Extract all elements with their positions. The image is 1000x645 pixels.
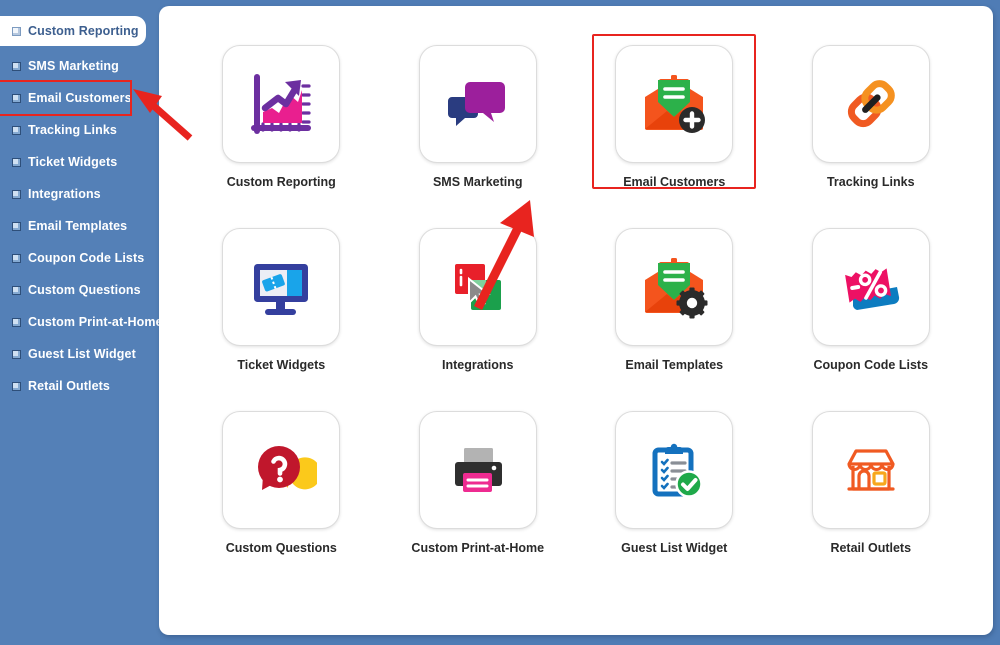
- square-bullet-icon: [12, 317, 21, 327]
- tile-ticket-widgets[interactable]: Ticket Widgets: [183, 217, 380, 372]
- sidebar-item-label: Ticket Widgets: [28, 155, 118, 169]
- tile-custom-print-at-home[interactable]: Custom Print-at-Home: [380, 400, 577, 555]
- tile-label: Guest List Widget: [621, 541, 728, 555]
- tile-label: Custom Print-at-Home: [411, 541, 545, 555]
- tile-label: SMS Marketing: [432, 175, 523, 189]
- square-bullet-icon: [12, 125, 21, 135]
- tile-icon-frame: [222, 411, 341, 529]
- sidebar-item-label: Coupon Code Lists: [28, 251, 145, 265]
- chart-growth-icon: [251, 74, 312, 134]
- sidebar-item-custom-print-at-home[interactable]: Custom Print-at-Home: [0, 306, 163, 338]
- sidebar-item-label: Retail Outlets: [28, 379, 110, 393]
- sidebar-item-label: Email Customers: [28, 91, 132, 105]
- tile-custom-reporting[interactable]: Custom Reporting: [183, 34, 380, 189]
- feature-tile-grid: Custom Reporting SMS Marketing Email Cus…: [183, 34, 969, 555]
- sidebar-item-custom-questions[interactable]: Custom Questions: [0, 274, 160, 306]
- envelope-gear-icon: [645, 258, 708, 319]
- tile-tracking-links[interactable]: Tracking Links: [773, 34, 970, 189]
- clipboard-check-icon: [652, 443, 703, 498]
- application-window: Custom Reporting SMS Marketing Email Cus…: [0, 0, 1000, 645]
- chain-link-icon: [847, 80, 895, 128]
- tile-icon-frame: [811, 228, 930, 346]
- square-bullet-icon: [12, 285, 21, 295]
- tile-label: Ticket Widgets: [237, 358, 326, 372]
- coupon-percent-icon: [844, 268, 899, 310]
- square-bullet-icon: [12, 349, 21, 359]
- square-bullet-icon: [12, 381, 21, 391]
- sidebar-item-guest-list-widget[interactable]: Guest List Widget: [0, 338, 160, 370]
- tile-label: Custom Questions: [225, 541, 337, 555]
- sidebar-item-retail-outlets[interactable]: Retail Outlets: [0, 370, 160, 402]
- tile-icon-frame: [418, 411, 537, 529]
- sidebar-item-sms-marketing[interactable]: SMS Marketing: [0, 50, 160, 82]
- sidebar-item-label: Custom Print-at-Home: [28, 315, 163, 329]
- tile-icon-frame: [615, 411, 734, 529]
- sidebar-item-label: SMS Marketing: [28, 59, 119, 73]
- speech-bubbles-icon: [447, 82, 505, 126]
- tile-icon-frame: [811, 411, 930, 529]
- tile-label: Custom Reporting: [226, 175, 336, 189]
- sidebar-item-label: Integrations: [28, 187, 101, 201]
- monitor-ticket-icon: [254, 264, 309, 315]
- storefront-icon: [847, 449, 895, 491]
- tile-integrations[interactable]: Integrations: [380, 217, 577, 372]
- sidebar-item-tracking-links[interactable]: Tracking Links: [0, 114, 160, 146]
- tile-label: Integrations: [441, 358, 514, 372]
- tile-email-templates[interactable]: Email Templates: [576, 217, 773, 372]
- square-bullet-icon: [12, 253, 21, 263]
- sidebar-item-label: Email Templates: [28, 219, 128, 233]
- sidebar-menu: Custom Reporting SMS Marketing Email Cus…: [0, 0, 163, 402]
- tile-icon-frame: [418, 45, 537, 163]
- overlapping-squares-cursor-icon: [454, 264, 501, 310]
- tile-retail-outlets[interactable]: Retail Outlets: [773, 400, 970, 555]
- tile-label: Coupon Code Lists: [813, 358, 929, 372]
- tile-icon-frame: [222, 45, 341, 163]
- tile-email-customers[interactable]: Email Customers: [576, 34, 773, 189]
- sidebar-item-email-customers[interactable]: Email Customers: [0, 80, 132, 116]
- tile-label: Email Customers: [623, 175, 726, 189]
- tile-custom-questions[interactable]: Custom Questions: [183, 400, 380, 555]
- sidebar-item-integrations[interactable]: Integrations: [0, 178, 160, 210]
- tile-icon-frame: [418, 228, 537, 346]
- tile-label: Tracking Links: [826, 175, 915, 189]
- sidebar-item-email-templates[interactable]: Email Templates: [0, 210, 160, 242]
- tile-icon-frame: [222, 228, 341, 346]
- square-bullet-icon: [12, 61, 21, 71]
- square-bullet-icon: [12, 26, 21, 36]
- tile-icon-frame: [615, 45, 734, 163]
- tile-label: Email Templates: [625, 358, 724, 372]
- sidebar-item-label: Custom Questions: [28, 283, 141, 297]
- tile-label: Retail Outlets: [830, 541, 912, 555]
- tile-sms-marketing[interactable]: SMS Marketing: [380, 34, 577, 189]
- sidebar-item-custom-reporting[interactable]: Custom Reporting: [0, 16, 146, 46]
- question-bubble-icon: [258, 446, 318, 490]
- square-bullet-icon: [12, 189, 21, 199]
- sidebar-item-ticket-widgets[interactable]: Ticket Widgets: [0, 146, 160, 178]
- printer-icon: [454, 448, 502, 492]
- envelope-plus-icon: [645, 75, 706, 133]
- main-content-panel: Custom Reporting SMS Marketing Email Cus…: [159, 6, 993, 635]
- sidebar-item-coupon-code-lists[interactable]: Coupon Code Lists: [0, 242, 160, 274]
- square-bullet-icon: [12, 157, 21, 167]
- sidebar-item-label: Custom Reporting: [28, 24, 139, 38]
- sidebar: Custom Reporting SMS Marketing Email Cus…: [0, 0, 163, 645]
- sidebar-item-label: Tracking Links: [28, 123, 117, 137]
- tile-guest-list-widget[interactable]: Guest List Widget: [576, 400, 773, 555]
- sidebar-item-label: Guest List Widget: [28, 347, 136, 361]
- tile-coupon-code-lists[interactable]: Coupon Code Lists: [773, 217, 970, 372]
- tile-icon-frame: [615, 228, 734, 346]
- square-bullet-icon: [12, 93, 21, 103]
- square-bullet-icon: [12, 221, 21, 231]
- tile-icon-frame: [811, 45, 930, 163]
